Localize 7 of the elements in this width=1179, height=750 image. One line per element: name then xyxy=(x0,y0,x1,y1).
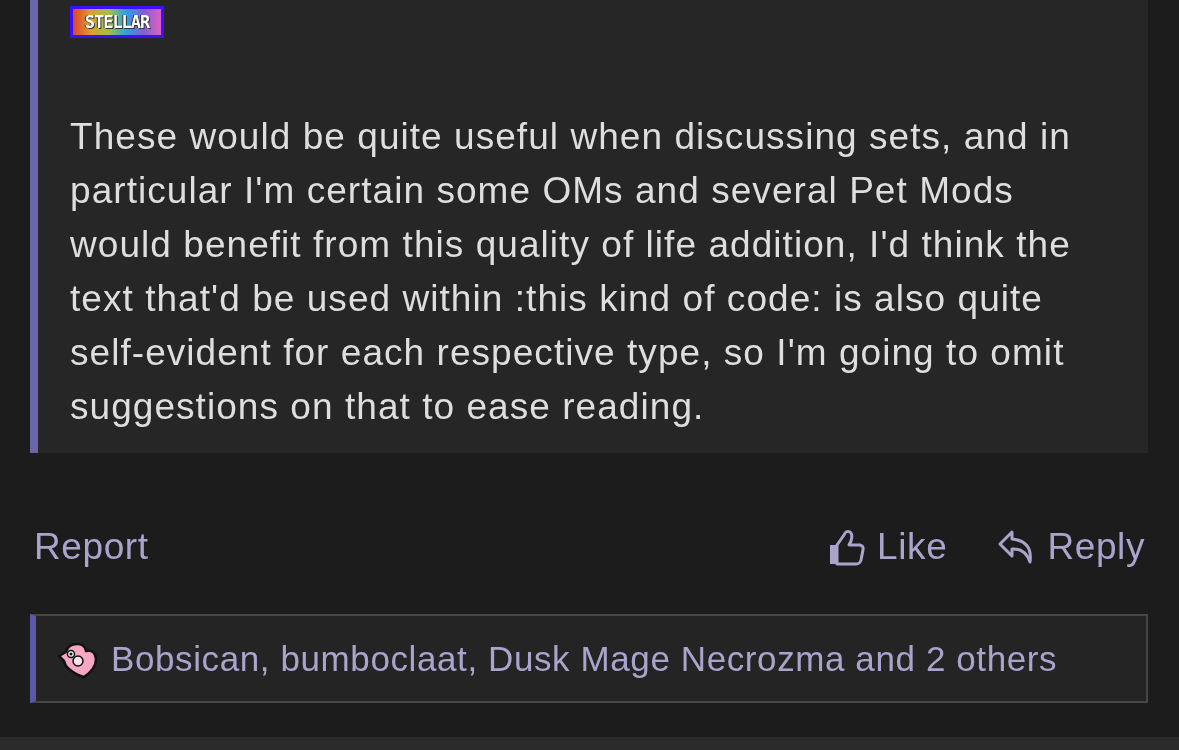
thumbs-up-icon xyxy=(827,527,868,567)
post-text: These would be quite useful when discussing sets, and in particular I'm certain some OMs and several Pet Mods would benefit from this quality of life addition, I'd think the text that'd be used within :this kind of code: is also quite self-evident for each respective type, so I'm going to omit suggestions on that to ease reading. xyxy=(70,115,1072,429)
reply-button[interactable]: Reply xyxy=(997,525,1145,569)
like-button[interactable]: Like xyxy=(827,525,948,569)
reactions-link[interactable]: Bobsican, bumboclaat, Dusk Mage Necrozma and 2 others xyxy=(111,637,1058,680)
report-link[interactable]: Report xyxy=(34,525,149,569)
stellar-badge: STELLAR xyxy=(70,6,164,38)
